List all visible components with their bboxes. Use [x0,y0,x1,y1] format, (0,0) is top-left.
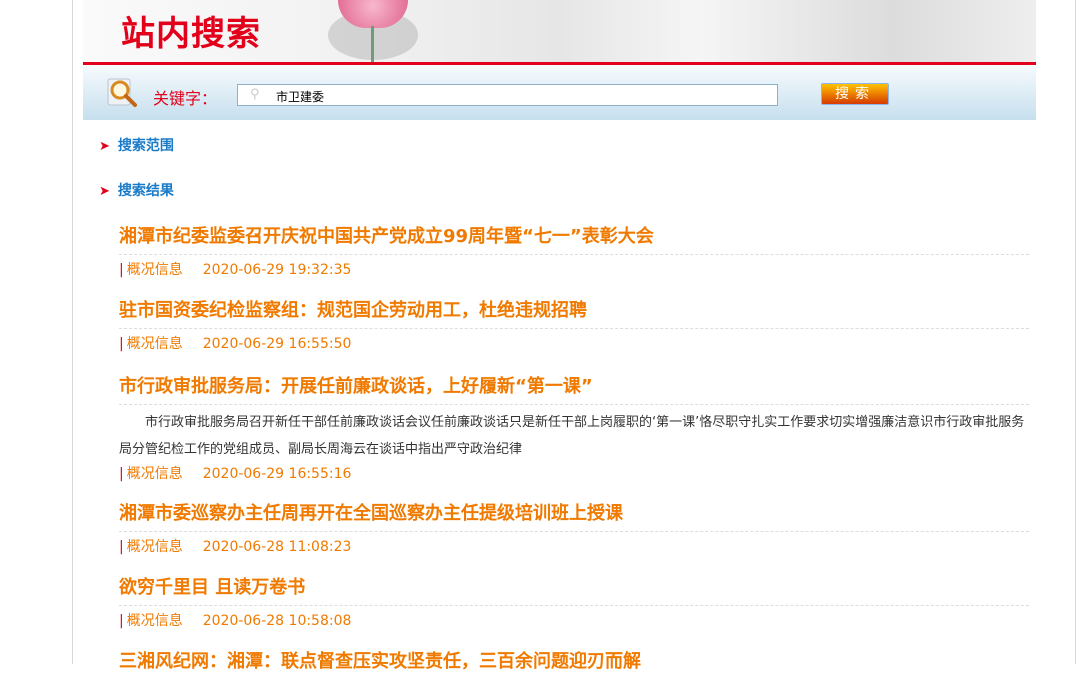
result-category[interactable]: 概况信息 [119,262,183,278]
lotus-stem-decoration [371,26,374,62]
result-date: 2020-06-29 19:32:35 [202,262,352,278]
page-title: 站内搜索 [121,14,261,54]
result-category[interactable]: 概况信息 [119,336,183,352]
search-results-label: 搜索结果 [117,183,174,199]
result-category[interactable]: 概况信息 [119,613,183,629]
result-date: 2020-06-28 11:08:23 [202,539,352,555]
result-item: 市行政审批服务局：开展任前廉政谈话，上好履新“第一课” 市行政审批服务局召开新任… [119,372,1029,483]
result-title-link[interactable]: 三湘风纪网：湘潭：联点督查压实攻坚责任，三百余问题迎刃而解 [119,647,1029,673]
search-results-heading: ➤ 搜索结果 [99,180,174,200]
keyword-label: 关键字： [153,89,218,108]
banner: 站内搜索 [83,0,1036,62]
search-bar: 关键字： ⚲ 市卫建委 搜索 [83,65,1036,120]
magnifier-icon [107,78,137,107]
result-title-link[interactable]: 市行政审批服务局：开展任前廉政谈话，上好履新“第一课” [119,372,1029,398]
result-item: 湘潭市委巡察办主任周再开在全国巡察办主任提级培训班上授课 概况信息 2020-06… [119,499,1029,556]
result-item: 驻市国资委纪检监察组：规范国企劳动用工，杜绝违规招聘 概况信息 2020-06-2… [119,296,1029,353]
result-description: 市行政审批服务局召开新任干部任前廉政谈话会议任前廉政谈话只是新任干部上岗履职的‘… [119,404,1029,463]
search-scope-label: 搜索范围 [117,138,174,154]
search-input-value: 市卫建委 [276,90,325,104]
result-category[interactable]: 概况信息 [119,466,183,482]
result-date: 2020-06-29 16:55:50 [202,336,352,352]
result-item: 欲穷千里目 且读万卷书 概况信息 2020-06-28 10:58:08 [119,573,1029,630]
result-item: 湘潭市纪委监委召开庆祝中国共产党成立99周年暨“七一”表彰大会 概况信息 2020… [119,222,1029,279]
result-title-link[interactable]: 湘潭市委巡察办主任周再开在全国巡察办主任提级培训班上授课 [119,499,1029,525]
result-date: 2020-06-28 10:58:08 [202,613,352,629]
search-scope-link[interactable]: ➤ 搜索范围 [99,135,174,155]
arrow-right-icon: ➤ [99,184,110,199]
arrow-right-icon: ➤ [99,139,110,154]
search-button[interactable]: 搜索 [821,83,889,105]
result-date: 2020-06-29 16:55:16 [202,466,352,482]
result-title-link[interactable]: 驻市国资委纪检监察组：规范国企劳动用工，杜绝违规招聘 [119,296,1029,322]
result-title-link[interactable]: 欲穷千里目 且读万卷书 [119,573,1029,599]
page-frame: 站内搜索 关键字： ⚲ 市卫建委 搜索 ➤ 搜索范围 ➤ 搜索结果 湘潭市纪委监委召… [72,0,1076,672]
search-input[interactable]: ⚲ 市卫建委 [237,84,778,106]
search-icon: ⚲ [250,87,260,102]
result-title-link[interactable]: 湘潭市纪委监委召开庆祝中国共产党成立99周年暨“七一”表彰大会 [119,222,1029,248]
result-category[interactable]: 概况信息 [119,539,183,555]
result-item: 三湘风纪网：湘潭：联点督查压实攻坚责任，三百余问题迎刃而解 [119,647,1029,673]
